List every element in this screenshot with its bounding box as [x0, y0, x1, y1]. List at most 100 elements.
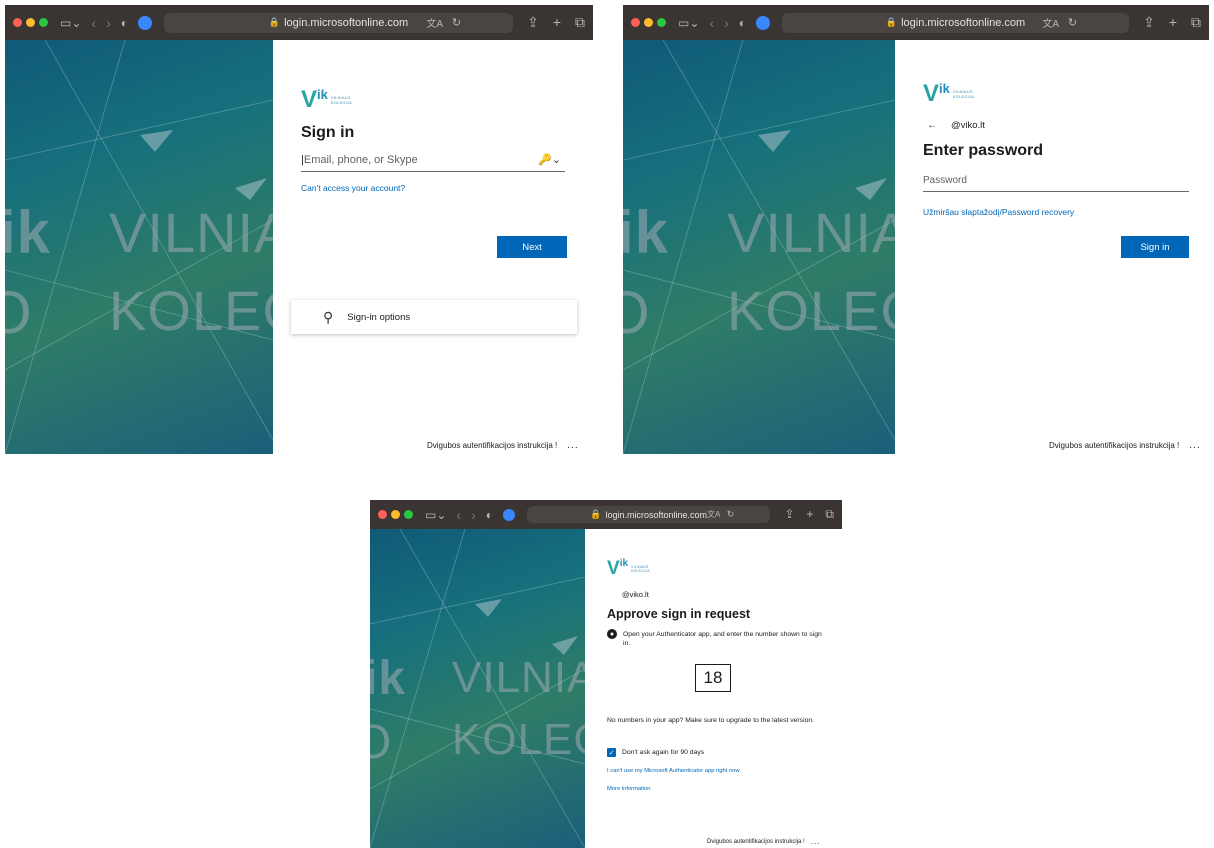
shield-icon[interactable]: ◐: [486, 509, 493, 521]
approve-panel: Vik VILNIAUS KOLEGIJA @viko.lt Approve si…: [585, 529, 842, 848]
translate-icon[interactable]: 文A: [707, 509, 720, 520]
close-window-button[interactable]: [631, 18, 640, 27]
extension-icon[interactable]: [503, 508, 515, 521]
share-icon[interactable]: ⇪: [784, 507, 794, 522]
sign-in-options-card[interactable]: ⚲ Sign-in options: [291, 300, 577, 334]
page-title: Enter password: [923, 142, 1044, 159]
background-word-top: VILNIA: [452, 653, 585, 702]
lock-icon: 🔒: [590, 509, 602, 519]
background-ik: ik: [623, 199, 670, 266]
sign-in-panel: Vik VILNIAUS KOLEGIJA Sign in |Email, pho…: [273, 40, 593, 454]
email-field[interactable]: |Email, phone, or Skype 🔑⌄: [301, 152, 565, 172]
shield-icon[interactable]: ◐: [121, 17, 128, 29]
logo-line2: KOLEGIJA: [330, 100, 353, 105]
password-placeholder: Password: [923, 175, 967, 186]
zoom-window-button[interactable]: [404, 510, 413, 519]
footer: Dvigubos autentifikacijos instrukcija ! …: [427, 440, 579, 451]
screenshot-sign-in: ▭⌄ ‹ › ◐ 🔒 login.microsoftonline.com 文A …: [5, 5, 593, 454]
email-placeholder: Email, phone, or Skype: [303, 154, 418, 166]
password-recovery-link[interactable]: Užmiršau slaptažodį/Password recovery: [923, 207, 1074, 217]
background-artwork: ik VILNIA O KOLEG: [623, 40, 895, 454]
cant-use-authenticator-link[interactable]: I can't use my Microsoft Authenticator a…: [607, 768, 740, 774]
dont-ask-again-row: ✓ Don't ask again for 90 days: [607, 748, 704, 757]
window-controls: [13, 18, 48, 27]
translate-icon[interactable]: 文A: [1042, 15, 1059, 30]
cant-access-link[interactable]: Can't access your account?: [301, 183, 405, 193]
authenticator-icon: ●: [607, 629, 617, 639]
verification-number: 18: [695, 664, 731, 692]
background-artwork: ik VILNIA O KOLEG: [370, 529, 585, 848]
window-controls: [631, 18, 666, 27]
more-options-icon[interactable]: ...: [1189, 440, 1200, 451]
account-identifier: @viko.lt: [622, 590, 649, 599]
footer-instructions-link[interactable]: Dvigubos autentifikacijos instrukcija !: [707, 839, 805, 845]
window-controls: [378, 510, 413, 519]
tabs-overview-icon[interactable]: ⧉: [575, 14, 585, 31]
page-title: Approve sign in request: [607, 607, 751, 621]
upgrade-note: No numbers in your app? Make sure to upg…: [607, 717, 815, 724]
more-options-icon[interactable]: ...: [811, 837, 821, 846]
lock-icon: 🔒: [268, 17, 281, 27]
key-icon[interactable]: 🔑⌄: [538, 153, 561, 166]
logo-line2: KOLEGIJA: [631, 568, 650, 573]
forward-nav-icon[interactable]: ›: [724, 16, 729, 30]
address-url: login.microsoftonline.com: [284, 16, 409, 29]
new-tab-icon[interactable]: +: [553, 14, 561, 31]
background-word-top: VILNIA: [109, 201, 273, 264]
zoom-window-button[interactable]: [39, 18, 48, 27]
share-icon[interactable]: ⇪: [1143, 14, 1155, 31]
page-title: Sign in: [301, 124, 355, 141]
sign-in-button[interactable]: Sign in: [1121, 236, 1189, 258]
minimize-window-button[interactable]: [26, 18, 35, 27]
background-word-top: VILNIA: [727, 201, 895, 264]
translate-icon[interactable]: 文A: [426, 15, 443, 30]
address-bar[interactable]: 🔒 login.microsoftonline.com 文A ↻: [782, 12, 1130, 33]
screenshot-approve-sign-in: ▭⌄ ‹ › ◐ 🔒 login.microsoftonline.com 文A …: [370, 500, 842, 848]
zoom-window-button[interactable]: [657, 18, 666, 27]
footer-instructions-link[interactable]: Dvigubos autentifikacijos instrukcija !: [427, 441, 557, 450]
password-field[interactable]: Password: [923, 172, 1189, 192]
back-arrow-button[interactable]: ←: [927, 120, 937, 131]
background-ik: ik: [5, 199, 52, 266]
minimize-window-button[interactable]: [391, 510, 400, 519]
sign-in-options-label: Sign-in options: [347, 311, 411, 323]
address-bar[interactable]: 🔒 login.microsoftonline.com 文A ↻: [527, 506, 771, 523]
browser-toolbar: ▭⌄ ‹ › ◐ 🔒 login.microsoftonline.com 文A …: [370, 500, 842, 529]
address-bar[interactable]: 🔒 login.microsoftonline.com 文A ↻: [164, 12, 514, 33]
forward-nav-icon[interactable]: ›: [106, 16, 111, 30]
tabs-overview-icon[interactable]: ⧉: [1191, 14, 1201, 31]
new-tab-icon[interactable]: +: [806, 507, 813, 522]
tabs-overview-icon[interactable]: ⧉: [825, 507, 834, 522]
background-word-bottom: KOLEG: [109, 279, 273, 342]
screenshot-enter-password: ▭⌄ ‹ › ◐ 🔒 login.microsoftonline.com 文A …: [623, 5, 1209, 454]
sidebar-toggle-icon[interactable]: ▭⌄: [425, 509, 446, 521]
next-button[interactable]: Next: [497, 236, 567, 258]
lock-icon: 🔒: [885, 17, 898, 27]
account-identifier: @viko.lt: [951, 120, 985, 131]
forward-nav-icon[interactable]: ›: [471, 508, 476, 522]
reload-icon[interactable]: ↻: [727, 509, 735, 520]
reload-icon[interactable]: ↻: [452, 16, 461, 29]
viko-logo: Vik VILNIAUS KOLEGIJA: [301, 86, 353, 113]
dont-ask-again-label: Don't ask again for 90 days: [622, 749, 705, 756]
extension-icon[interactable]: [756, 15, 770, 30]
more-information-link[interactable]: More information: [607, 786, 651, 792]
sidebar-toggle-icon[interactable]: ▭⌄: [60, 17, 81, 29]
browser-toolbar: ▭⌄ ‹ › ◐ 🔒 login.microsoftonline.com 文A …: [623, 5, 1209, 40]
share-icon[interactable]: ⇪: [527, 14, 539, 31]
dont-ask-again-checkbox[interactable]: ✓: [607, 748, 616, 757]
sidebar-toggle-icon[interactable]: ▭⌄: [678, 17, 699, 29]
new-tab-icon[interactable]: +: [1169, 14, 1177, 31]
back-nav-icon[interactable]: ‹: [709, 16, 714, 30]
reload-icon[interactable]: ↻: [1068, 16, 1077, 29]
back-nav-icon[interactable]: ‹: [91, 16, 96, 30]
background-o: O: [5, 279, 33, 346]
close-window-button[interactable]: [378, 510, 387, 519]
shield-icon[interactable]: ◐: [739, 17, 746, 29]
close-window-button[interactable]: [13, 18, 22, 27]
minimize-window-button[interactable]: [644, 18, 653, 27]
more-options-icon[interactable]: ...: [567, 440, 578, 451]
back-nav-icon[interactable]: ‹: [456, 508, 461, 522]
extension-icon[interactable]: [138, 15, 152, 30]
footer-instructions-link[interactable]: Dvigubos autentifikacijos instrukcija !: [1049, 441, 1179, 450]
